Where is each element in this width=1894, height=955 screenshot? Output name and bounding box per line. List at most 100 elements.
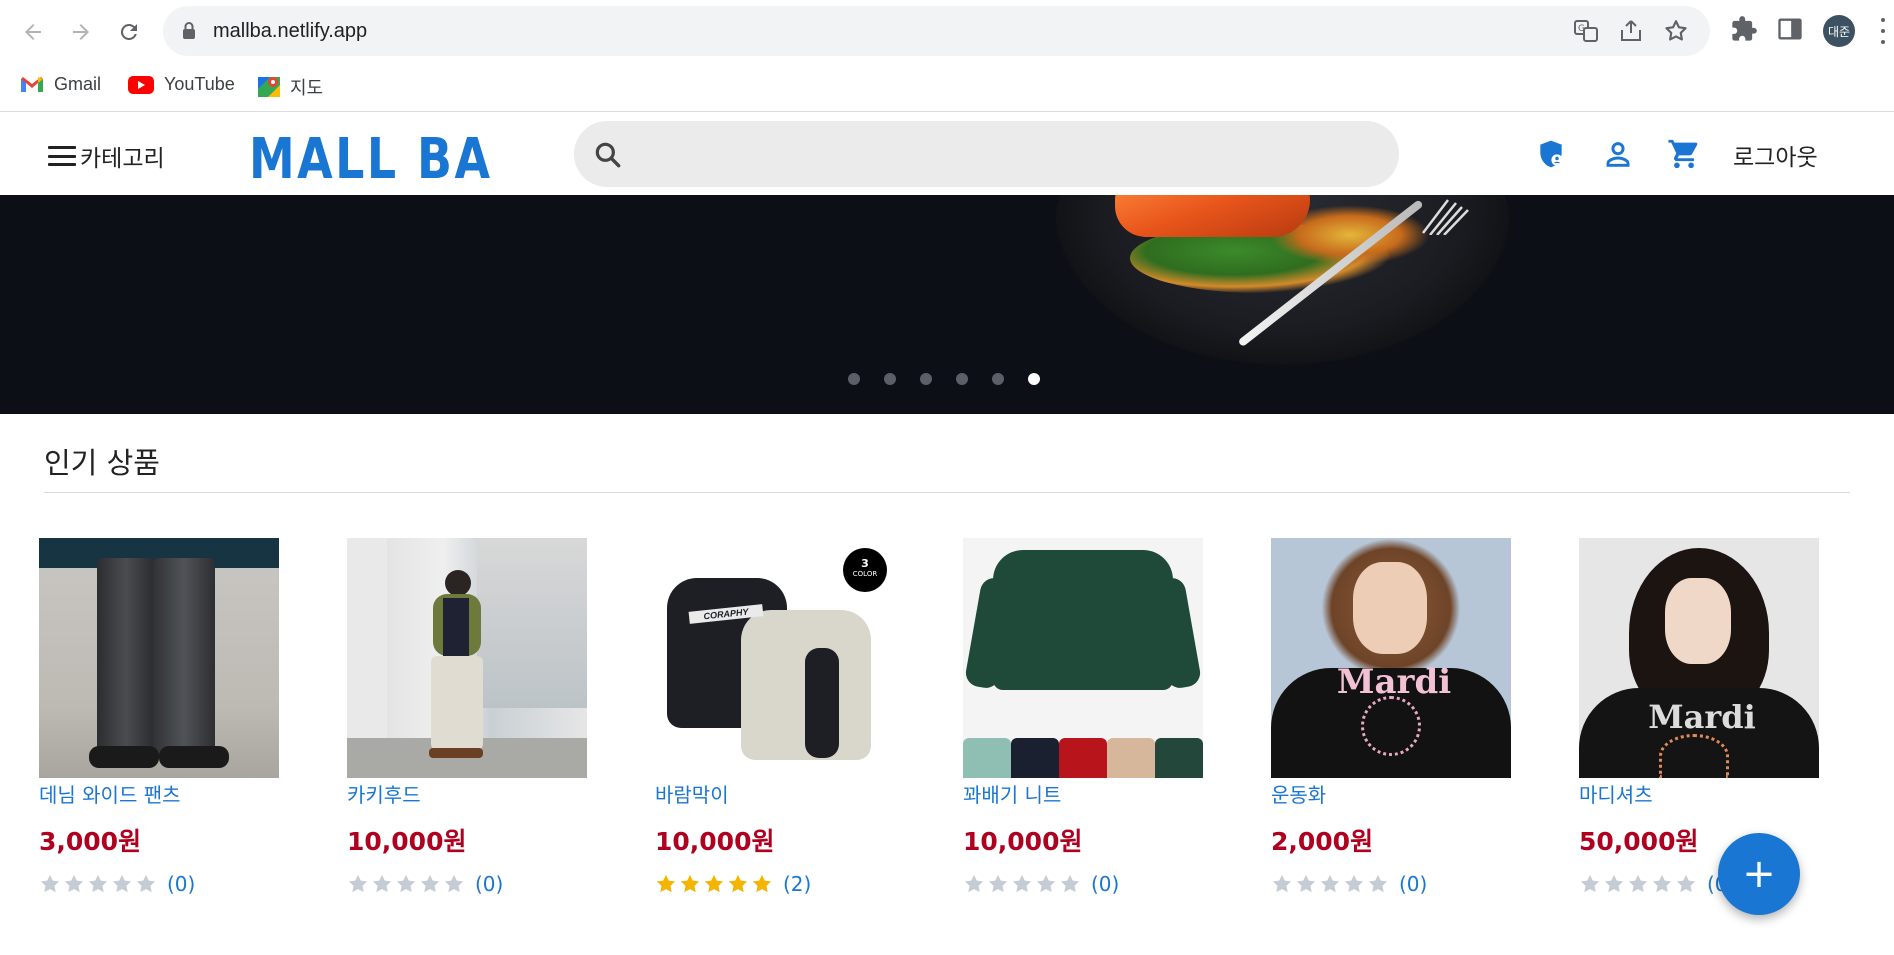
star-empty-icon xyxy=(64,874,84,893)
star-empty-icon xyxy=(88,874,108,893)
back-button[interactable] xyxy=(14,13,52,51)
star-empty-icon xyxy=(1012,874,1032,893)
product-rating: (0) xyxy=(39,872,279,896)
address-bar[interactable]: mallba.netlify.app G xyxy=(163,6,1710,56)
product-name[interactable]: 카키후드 xyxy=(347,780,587,810)
plus-icon: + xyxy=(1742,851,1776,897)
category-menu-button[interactable]: 카테고리 xyxy=(48,139,165,173)
forward-button[interactable] xyxy=(62,13,100,51)
carousel-dot[interactable] xyxy=(884,373,896,385)
product-name[interactable]: 운동화 xyxy=(1271,780,1511,810)
rating-stars xyxy=(655,873,773,895)
category-label: 카테고리 xyxy=(80,146,165,172)
profile-avatar[interactable]: 대준 xyxy=(1823,15,1855,47)
product-image[interactable]: Mardi xyxy=(1271,538,1511,778)
star-empty-icon xyxy=(112,874,132,893)
product-price: 10,000원 xyxy=(347,827,467,856)
product-price: 10,000원 xyxy=(963,827,1083,856)
star-empty-icon xyxy=(372,874,392,893)
bookmark-label: YouTube xyxy=(164,74,235,94)
site-logo[interactable]: MALL BA xyxy=(249,127,493,192)
logout-button[interactable]: 로그아웃 xyxy=(1733,138,1818,172)
banner-image-fork-tines xyxy=(1422,199,1469,235)
admin-shield-button[interactable] xyxy=(1534,137,1568,171)
star-empty-icon xyxy=(1652,874,1672,893)
product-price: 3,000원 xyxy=(39,827,142,856)
star-empty-icon xyxy=(1036,874,1056,893)
bookmark-star-icon[interactable] xyxy=(1663,18,1689,44)
star-empty-icon xyxy=(1060,874,1080,893)
search-input[interactable] xyxy=(636,129,1376,179)
product-card[interactable]: 꽈배기 니트 10,000원 (0) xyxy=(963,538,1203,896)
product-rating: (0) xyxy=(1271,872,1511,896)
star-empty-icon xyxy=(420,874,440,893)
product-image[interactable] xyxy=(39,538,279,778)
star-empty-icon xyxy=(396,874,416,893)
product-name[interactable]: 바람막이 xyxy=(655,780,895,810)
product-image[interactable] xyxy=(963,538,1203,778)
product-card[interactable]: 카키후드 10,000원 (0) xyxy=(347,538,587,896)
product-print-text: Mardi xyxy=(1648,698,1756,736)
carousel-dot[interactable] xyxy=(956,373,968,385)
share-icon[interactable] xyxy=(1618,18,1644,44)
carousel-dot[interactable] xyxy=(848,373,860,385)
color-count-number: 3 xyxy=(861,557,869,570)
star-empty-icon xyxy=(1676,874,1696,893)
product-name[interactable]: 꽈배기 니트 xyxy=(963,780,1203,810)
color-count-text: COLOR xyxy=(852,570,878,578)
star-empty-icon xyxy=(988,874,1008,893)
product-card[interactable]: CORAPHY 3 COLOR 바람막이 10,000원 (2) xyxy=(655,538,895,896)
product-name[interactable]: 마디셔츠 xyxy=(1579,780,1819,810)
star-empty-icon xyxy=(1604,874,1624,893)
browser-menu-icon[interactable] xyxy=(1880,18,1886,44)
review-count: (0) xyxy=(475,872,504,896)
product-price: 2,000원 xyxy=(1271,827,1374,856)
star-empty-icon xyxy=(1272,874,1292,893)
product-image[interactable]: Mardi xyxy=(1579,538,1819,778)
product-name[interactable]: 데님 와이드 팬츠 xyxy=(39,780,279,810)
star-empty-icon xyxy=(444,874,464,893)
bookmark-youtube[interactable]: YouTube xyxy=(128,74,235,95)
add-fab-button[interactable]: + xyxy=(1718,833,1800,915)
bookmark-label: Gmail xyxy=(54,74,102,94)
star-filled-icon xyxy=(656,874,676,893)
account-button[interactable] xyxy=(1601,137,1635,171)
review-count: (0) xyxy=(1091,872,1120,896)
product-image[interactable] xyxy=(347,538,587,778)
star-empty-icon xyxy=(40,874,60,893)
cart-icon xyxy=(1668,139,1698,169)
reload-button[interactable] xyxy=(110,13,148,51)
gmail-icon xyxy=(21,76,43,92)
review-count: (0) xyxy=(167,872,196,896)
extensions-icon[interactable] xyxy=(1730,15,1758,43)
star-empty-icon xyxy=(1628,874,1648,893)
section-title: 인기 상품 xyxy=(44,446,160,480)
star-empty-icon xyxy=(348,874,368,893)
hero-banner[interactable] xyxy=(0,195,1894,414)
product-rating: (2) xyxy=(655,872,895,896)
bookmarks-bar: Gmail YouTube 지도 xyxy=(0,62,1894,112)
search-bar[interactable] xyxy=(574,121,1399,187)
cart-button[interactable] xyxy=(1667,137,1701,171)
youtube-icon xyxy=(128,75,154,94)
product-price: 10,000원 xyxy=(655,827,775,856)
user-icon xyxy=(1606,142,1630,167)
star-empty-icon xyxy=(1296,874,1316,893)
carousel-dot[interactable] xyxy=(920,373,932,385)
carousel-dots xyxy=(848,373,1040,385)
translate-icon[interactable]: G xyxy=(1573,18,1599,44)
bookmark-maps[interactable]: 지도 xyxy=(258,74,323,100)
hamburger-icon xyxy=(48,146,76,166)
product-rating: (0) xyxy=(963,872,1203,896)
product-image[interactable]: CORAPHY 3 COLOR xyxy=(655,538,895,778)
carousel-dot-active[interactable] xyxy=(1028,373,1040,385)
bookmark-gmail[interactable]: Gmail xyxy=(20,74,101,95)
side-panel-icon[interactable] xyxy=(1776,15,1804,43)
back-arrow-icon xyxy=(25,24,41,40)
product-card[interactable]: Mardi 운동화 2,000원 (0) xyxy=(1271,538,1511,896)
star-filled-icon xyxy=(728,874,748,893)
lock-icon xyxy=(183,22,195,39)
review-count: (0) xyxy=(1399,872,1428,896)
product-card[interactable]: 데님 와이드 팬츠 3,000원 (0) xyxy=(39,538,279,896)
carousel-dot[interactable] xyxy=(992,373,1004,385)
